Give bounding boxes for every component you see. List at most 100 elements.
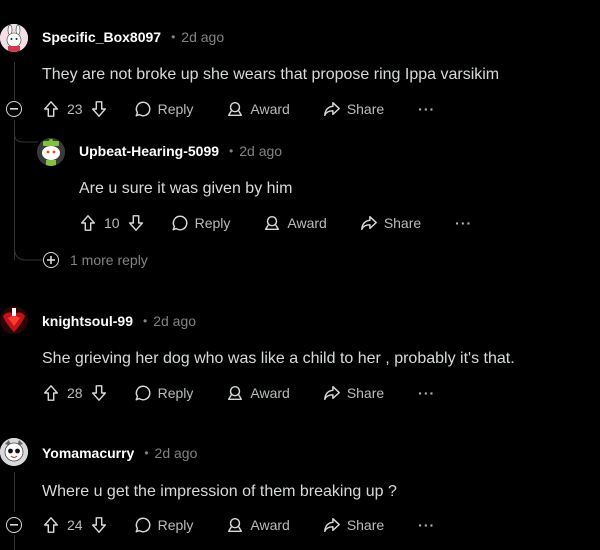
avatar[interactable]: [0, 438, 28, 466]
reply-label: Reply: [157, 517, 194, 533]
more-options-button[interactable]: ···: [418, 517, 435, 533]
downvote-icon: [91, 101, 106, 117]
separator-dot: •: [229, 144, 234, 158]
timestamp[interactable]: 2d ago: [153, 313, 196, 329]
vote-count: 28: [67, 385, 83, 401]
more-options-button[interactable]: ···: [455, 215, 472, 231]
award-label: Award: [250, 385, 290, 401]
expand-button[interactable]: [43, 252, 59, 268]
share-icon: [323, 385, 340, 401]
user-avatar-icon: [37, 138, 65, 166]
share-label: Share: [346, 517, 385, 533]
reply-label: Reply: [194, 215, 231, 231]
award-label: Award: [287, 215, 327, 231]
timestamp[interactable]: 2d ago: [155, 445, 198, 461]
share-label: Share: [383, 215, 422, 231]
thread-line[interactable]: [14, 472, 15, 512]
collapse-button[interactable]: [6, 517, 22, 533]
comment-bubble-icon: [135, 385, 151, 401]
comment-header: Upbeat-Hearing-5099 • 2d ago: [79, 143, 282, 159]
share-button[interactable]: Share: [323, 384, 384, 402]
upvote-button[interactable]: [42, 516, 60, 534]
award-button[interactable]: Award: [263, 214, 327, 232]
vote-count: 23: [67, 101, 83, 117]
comment-bubble-icon: [135, 101, 151, 117]
upvote-icon: [80, 215, 96, 231]
upvote-icon: [43, 385, 59, 401]
comment-text: She grieving her dog who was like a chil…: [42, 350, 515, 367]
minus-icon: [10, 108, 18, 110]
more-replies-connector: [14, 248, 44, 261]
comment-text: Where u get the impression of them break…: [42, 483, 397, 500]
more-options-button[interactable]: ···: [418, 385, 435, 401]
separator-dot: •: [144, 446, 149, 460]
award-button[interactable]: Award: [226, 100, 290, 118]
reply-connector: [14, 120, 38, 143]
upvote-icon: [43, 517, 59, 533]
downvote-icon: [91, 517, 106, 533]
upvote-button[interactable]: [42, 384, 60, 402]
author-name[interactable]: Yomamacurry: [42, 445, 134, 461]
thread-line[interactable]: [14, 535, 15, 550]
downvote-button[interactable]: [127, 214, 145, 232]
upvote-button[interactable]: [42, 100, 60, 118]
comment-text: Are u sure it was given by him: [79, 180, 293, 197]
share-button[interactable]: Share: [323, 100, 384, 118]
downvote-icon: [91, 385, 106, 401]
vote-count: 24: [67, 517, 83, 533]
share-button[interactable]: Share: [323, 516, 384, 534]
comment-actions: 28 Reply Award Share ···: [42, 381, 435, 405]
separator-dot: •: [143, 314, 148, 328]
vote-count: 10: [104, 215, 120, 231]
award-label: Award: [250, 101, 290, 117]
comment-actions: 10 Reply Award Share ···: [79, 211, 472, 235]
award-icon: [228, 517, 243, 533]
avatar[interactable]: [0, 306, 28, 334]
author-name[interactable]: Specific_Box8097: [42, 29, 161, 45]
more-replies-label: 1 more reply: [70, 252, 148, 268]
reply-label: Reply: [157, 101, 194, 117]
collapse-button[interactable]: [6, 101, 22, 117]
share-button[interactable]: Share: [360, 214, 421, 232]
comment-text: They are not broke up she wears that pro…: [42, 66, 500, 83]
award-icon: [265, 215, 280, 231]
share-icon: [323, 517, 340, 533]
award-icon: [228, 385, 243, 401]
timestamp[interactable]: 2d ago: [181, 29, 224, 45]
reply-label: Reply: [157, 385, 194, 401]
award-label: Award: [250, 517, 290, 533]
upvote-button[interactable]: [79, 214, 97, 232]
author-name[interactable]: Upbeat-Hearing-5099: [79, 143, 219, 159]
award-button[interactable]: Award: [226, 384, 290, 402]
downvote-button[interactable]: [90, 100, 108, 118]
comment-actions: 24 Reply Award Share ···: [42, 513, 435, 537]
share-label: Share: [346, 385, 385, 401]
comment-actions: 23 Reply Award Share ···: [42, 97, 435, 121]
minus-icon: [10, 524, 18, 526]
reply-button[interactable]: Reply: [134, 384, 194, 402]
share-icon: [323, 101, 340, 117]
plus-icon: [47, 256, 55, 264]
user-avatar-icon: [0, 438, 28, 466]
author-name[interactable]: knightsoul-99: [42, 313, 133, 329]
more-replies-link[interactable]: 1 more reply: [43, 252, 148, 268]
downvote-button[interactable]: [90, 516, 108, 534]
downvote-icon: [128, 215, 143, 231]
share-label: Share: [346, 101, 385, 117]
reply-button[interactable]: Reply: [171, 214, 231, 232]
award-icon: [228, 101, 243, 117]
avatar[interactable]: [37, 138, 65, 166]
reply-button[interactable]: Reply: [134, 100, 194, 118]
thread-line[interactable]: [14, 62, 15, 100]
avatar[interactable]: [0, 24, 28, 52]
award-button[interactable]: Award: [226, 516, 290, 534]
share-icon: [360, 215, 377, 231]
more-options-button[interactable]: ···: [418, 101, 435, 117]
user-avatar-icon: [0, 306, 28, 334]
comment-header: knightsoul-99 • 2d ago: [42, 313, 196, 329]
comment-header: Yomamacurry • 2d ago: [42, 445, 197, 461]
downvote-button[interactable]: [90, 384, 108, 402]
reply-button[interactable]: Reply: [134, 516, 194, 534]
separator-dot: •: [171, 30, 176, 44]
timestamp[interactable]: 2d ago: [239, 143, 282, 159]
